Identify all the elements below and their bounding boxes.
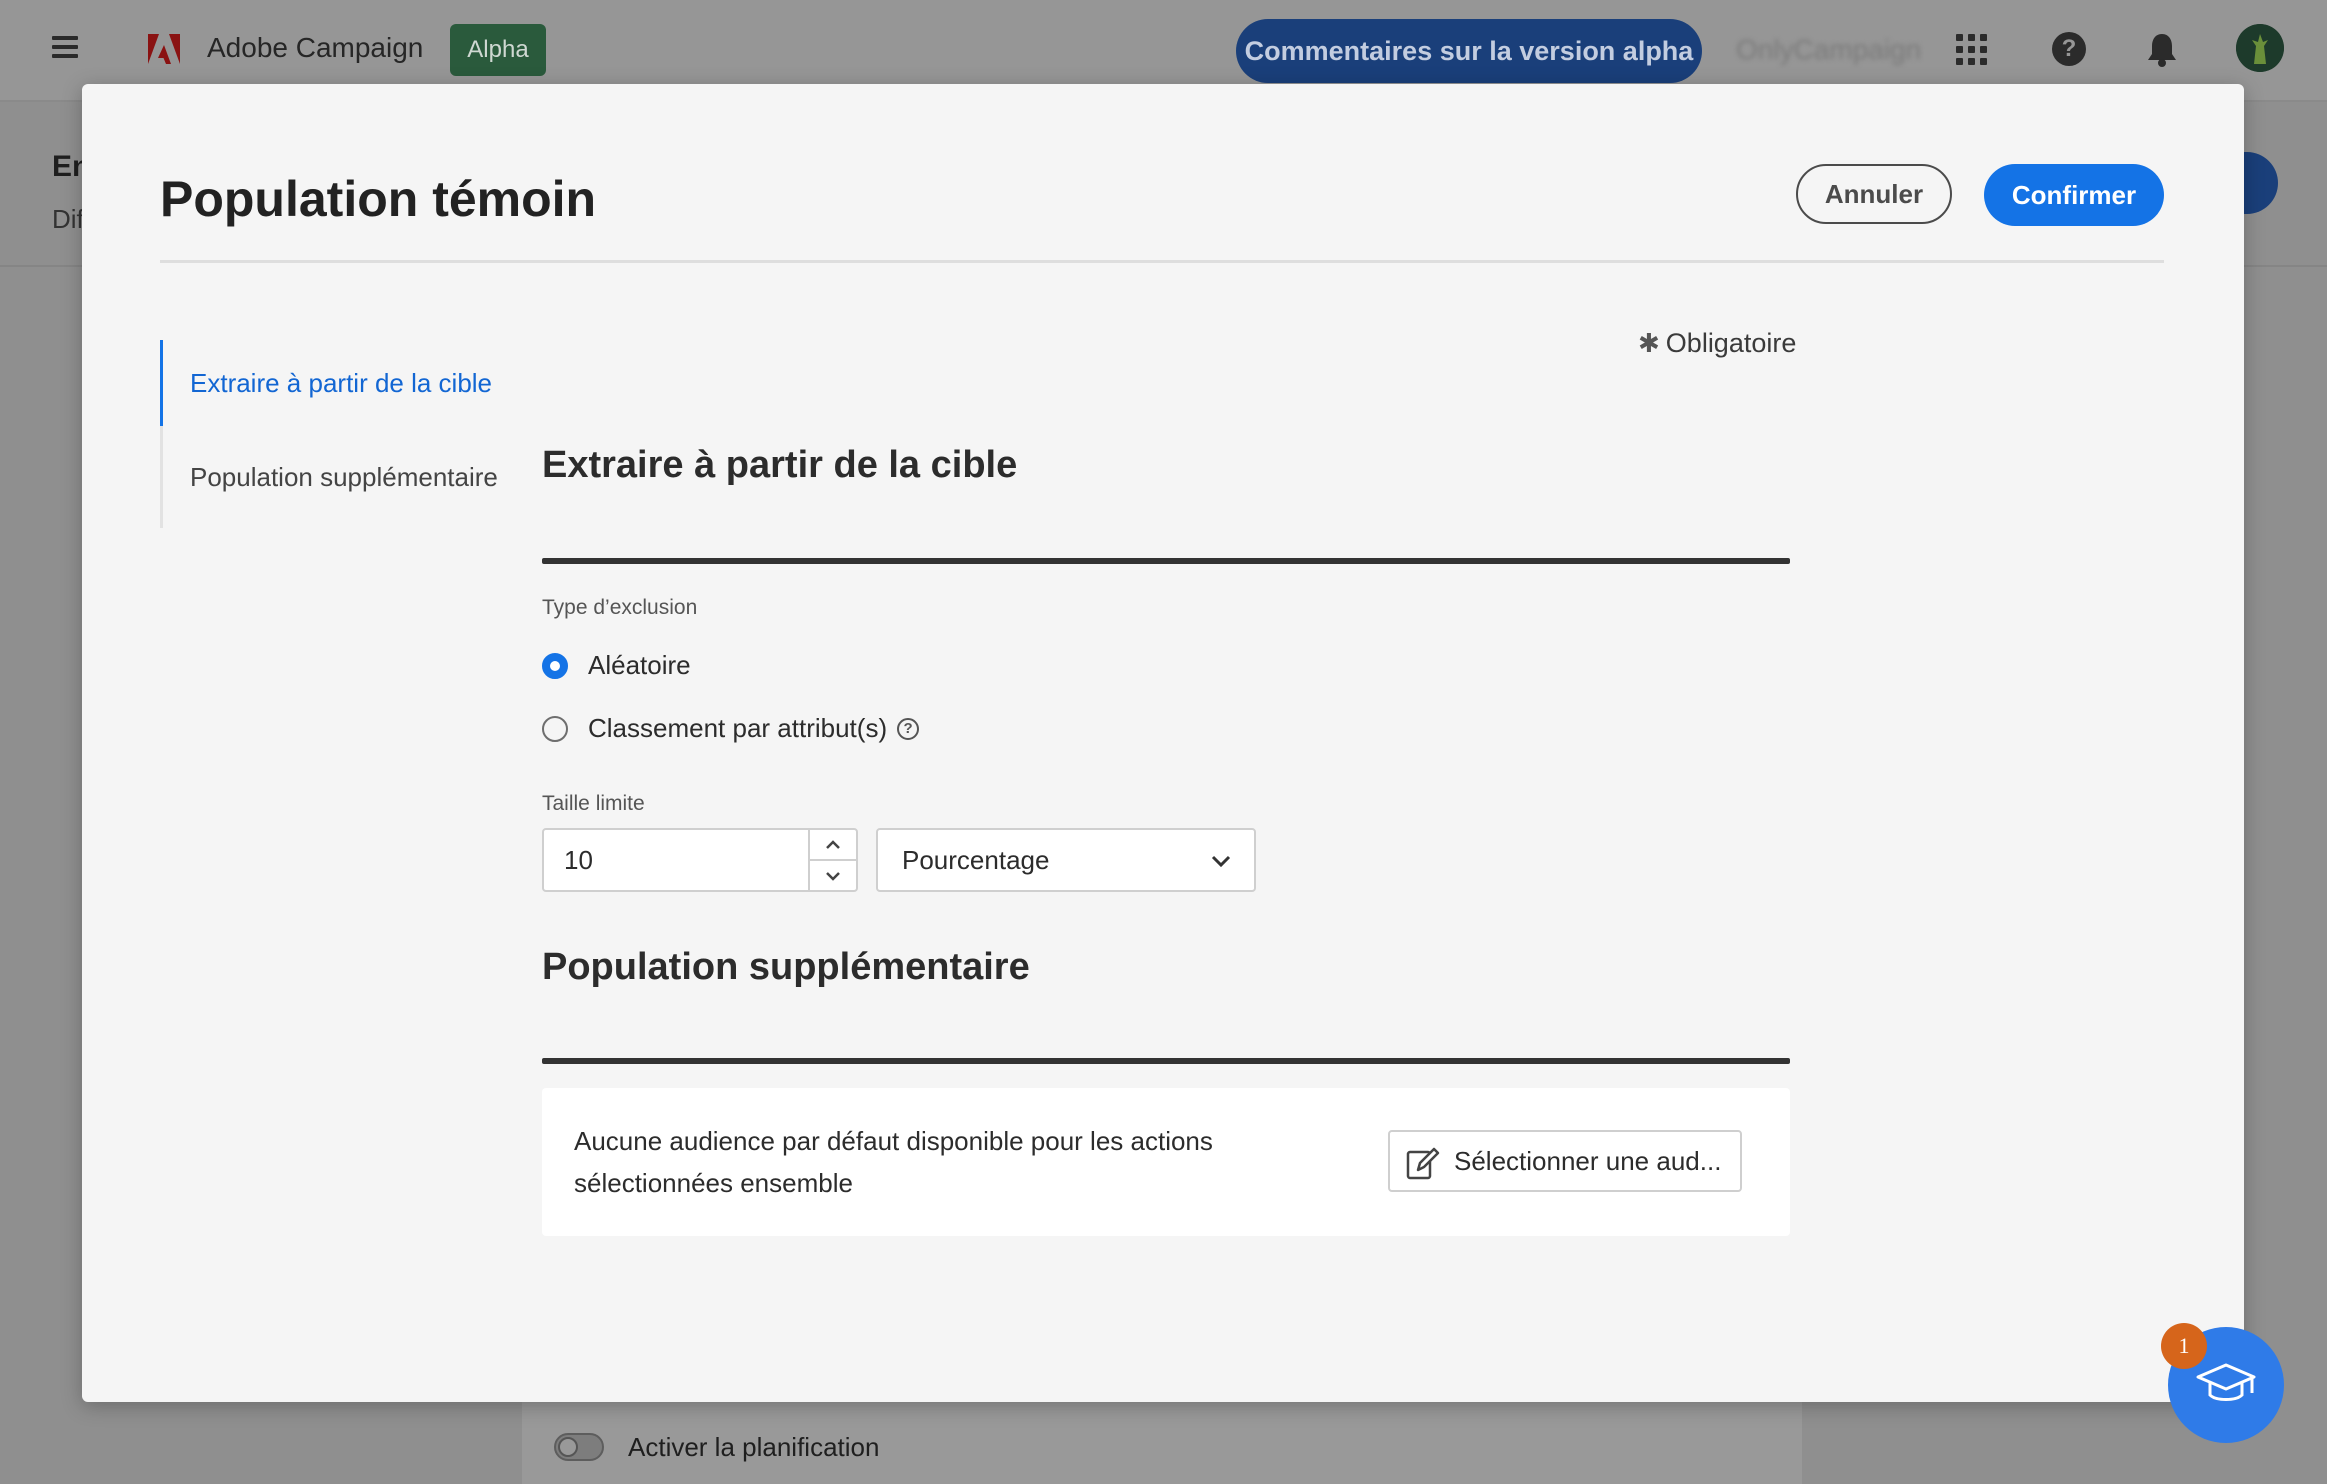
size-limit-input[interactable] [544, 830, 812, 890]
alpha-badge: Alpha [450, 24, 546, 76]
audience-card: Aucune audience par défaut disponible po… [542, 1088, 1790, 1236]
radio-attribute-ranking-indicator[interactable] [542, 715, 568, 742]
extract-section-rule [542, 558, 1790, 564]
dialog-title: Population témoin [160, 171, 597, 227]
section-nav-item-extract[interactable]: Extraire à partir de la cible [190, 368, 492, 399]
section-nav-active-indicator [160, 340, 163, 426]
radio-random[interactable]: Aléatoire [542, 650, 691, 681]
size-limit-stepper [542, 828, 858, 892]
schedule-toggle-label: Activer la planification [628, 1432, 880, 1462]
control-group-dialog: Population témoin Annuler Confirmer Extr… [82, 84, 2244, 1402]
radio-attribute-ranking[interactable]: Classement par attribut(s) ? [542, 713, 920, 744]
required-note: ✱ Obligatoire [1638, 328, 1796, 359]
help-icon[interactable]: ? [2052, 32, 2086, 66]
radio-attribute-ranking-label: Classement par attribut(s) [588, 713, 888, 743]
additional-section-title: Population supplémentaire [542, 946, 1030, 988]
schedule-toggle[interactable] [554, 1433, 604, 1461]
menu-icon[interactable] [52, 36, 78, 58]
chevron-up-icon [826, 839, 840, 849]
notification-badge: 1 [2161, 1323, 2207, 1369]
unit-select[interactable]: Pourcentage [876, 828, 1256, 892]
additional-section-rule [542, 1058, 1790, 1064]
help-circle-icon[interactable]: ? [897, 717, 920, 740]
radio-random-label: Aléatoire [588, 650, 691, 680]
extract-section-title: Extraire à partir de la cible [542, 444, 1018, 486]
unit-select-value: Pourcentage [902, 844, 1050, 875]
section-nav-item-additional[interactable]: Population supplémentaire [190, 462, 498, 493]
cancel-button[interactable]: Annuler [1796, 164, 1952, 224]
apps-grid-icon[interactable] [1956, 34, 1988, 66]
org-switcher[interactable]: OnlyCampaign [1736, 34, 1921, 66]
chevron-down-icon [826, 872, 840, 881]
adobe-logo [148, 34, 180, 64]
decrement-button[interactable] [810, 861, 856, 891]
increment-button[interactable] [810, 830, 856, 861]
avatar[interactable] [2236, 24, 2284, 72]
select-audience-label: Sélectionner une aud... [1454, 1145, 1722, 1176]
feedback-button[interactable]: Commentaires sur la version alpha [1236, 19, 1702, 83]
no-audience-message: Aucune audience par défaut disponible po… [574, 1126, 1213, 1198]
app-name: Adobe Campaign [207, 32, 424, 63]
chevron-down-icon [1211, 855, 1231, 868]
stepper-buttons [808, 830, 856, 890]
bell-icon[interactable] [2146, 32, 2178, 68]
edit-icon [1406, 1147, 1440, 1180]
dialog-header-divider [160, 260, 2164, 263]
size-limit-label: Taille limite [542, 792, 645, 815]
select-audience-button[interactable]: Sélectionner une aud... [1388, 1130, 1742, 1192]
required-note-label: Obligatoire [1665, 328, 1797, 358]
radio-random-indicator[interactable] [542, 652, 568, 679]
asterisk-icon: ✱ [1638, 328, 1660, 358]
confirm-button[interactable]: Confirmer [1984, 164, 2164, 226]
background-page-subtitle: Dif [52, 204, 84, 234]
graduation-cap-icon [2196, 1363, 2256, 1401]
exclusion-type-label: Type d’exclusion [542, 596, 698, 619]
